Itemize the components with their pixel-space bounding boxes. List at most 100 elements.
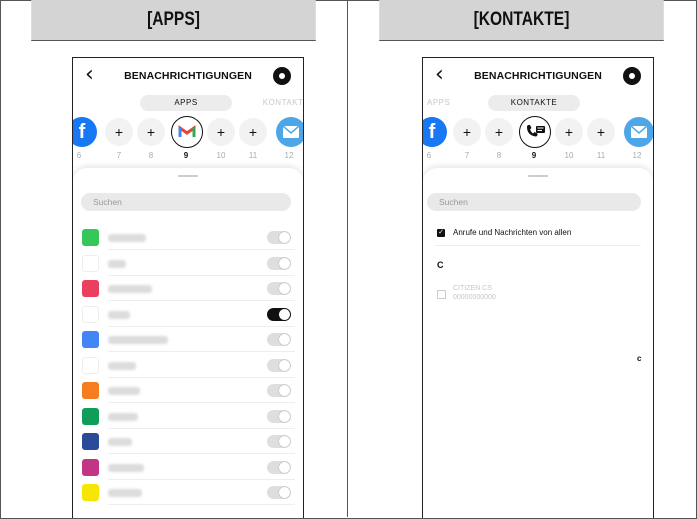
- gear-icon[interactable]: [623, 67, 641, 85]
- checkbox-checked[interactable]: ✓: [437, 229, 445, 237]
- bottom-sheet: Suchen ✓ Anrufe und Nachrichten von alle…: [423, 168, 653, 518]
- slot-number: 11: [248, 151, 258, 160]
- mail-icon[interactable]: [276, 117, 303, 147]
- app-row[interactable]: [73, 457, 303, 480]
- slot-number: 7: [116, 151, 122, 160]
- app-name-redacted: [108, 489, 142, 497]
- divider: [108, 300, 295, 301]
- tab-apps[interactable]: APPS: [427, 95, 459, 111]
- drag-handle[interactable]: [178, 175, 198, 177]
- column-divider: [347, 0, 348, 517]
- add-slot-button[interactable]: +: [137, 118, 165, 146]
- notification-toggle[interactable]: [267, 460, 291, 474]
- facetime-icon: [82, 229, 99, 246]
- top-bar: ‹ BENACHRICHTIGUNGEN: [73, 58, 303, 90]
- bottom-sheet: Suchen: [73, 168, 303, 518]
- add-slot-button[interactable]: +: [239, 118, 267, 146]
- notification-toggle[interactable]: [267, 256, 291, 270]
- screen-title: BENACHRICHTIGUNGEN: [474, 70, 602, 82]
- slot-number: 7: [464, 151, 470, 160]
- add-slot-button[interactable]: +: [453, 118, 481, 146]
- app-name-redacted: [108, 285, 152, 293]
- app-name-redacted: [108, 463, 144, 472]
- app-row[interactable]: [73, 304, 303, 327]
- slot-numbers: 6 7 8 9 10 11 12: [73, 151, 303, 163]
- add-slot-button[interactable]: +: [105, 118, 133, 146]
- checkbox-unchecked[interactable]: [437, 290, 446, 299]
- notification-toggle[interactable]: [267, 333, 291, 346]
- tab-contacts[interactable]: KONTAKTE: [256, 95, 303, 111]
- app-name-redacted: [108, 310, 130, 319]
- calendar-icon: [82, 331, 99, 348]
- notification-toggle[interactable]: [267, 409, 291, 423]
- pink-app-icon: [82, 280, 99, 297]
- notification-toggle[interactable]: [267, 384, 291, 397]
- app-name-redacted: [108, 259, 126, 268]
- slot-number: 6: [426, 151, 432, 160]
- app-name-redacted: [108, 234, 146, 242]
- app-row[interactable]: [73, 278, 303, 301]
- slot-number: 12: [284, 151, 294, 160]
- notification-toggle[interactable]: [267, 231, 291, 244]
- drag-handle[interactable]: [528, 175, 548, 177]
- slot-number: 6: [76, 151, 82, 160]
- add-slot-button[interactable]: +: [207, 118, 235, 146]
- app-name-redacted: [108, 387, 140, 395]
- contact-number: 00000000000: [453, 294, 496, 301]
- notification-toggle[interactable]: [267, 486, 291, 499]
- add-slot-button[interactable]: +: [587, 118, 615, 146]
- add-slot-button[interactable]: +: [485, 118, 513, 146]
- app-row[interactable]: [73, 431, 303, 454]
- tab-apps[interactable]: APPS: [140, 95, 232, 111]
- mail-icon[interactable]: [624, 117, 653, 147]
- facebook-icon[interactable]: f: [73, 117, 97, 147]
- divider: [108, 504, 295, 505]
- contact-row[interactable]: CITIZEN CS 00000000000: [437, 284, 637, 308]
- tab-bar: APPS KONTAKTE: [73, 95, 303, 113]
- gmail-icon: [82, 305, 99, 323]
- notification-toggle[interactable]: [267, 307, 291, 321]
- slot-carousel: f + + + +: [423, 116, 653, 148]
- divider: [108, 376, 295, 378]
- search-input[interactable]: Suchen: [81, 193, 291, 211]
- divider: [108, 274, 295, 276]
- add-slot-button[interactable]: +: [555, 118, 583, 146]
- app-row[interactable]: [73, 355, 303, 378]
- slot-number: 8: [496, 151, 502, 160]
- contact-name: CITIZEN CS: [453, 285, 492, 292]
- gear-icon[interactable]: [273, 67, 291, 85]
- slot-number: 10: [216, 151, 226, 160]
- slot-number-selected: 9: [531, 151, 537, 160]
- notification-toggle[interactable]: [267, 358, 291, 372]
- app-row[interactable]: [73, 253, 303, 276]
- divider: [108, 453, 295, 454]
- app-row[interactable]: [73, 227, 303, 250]
- tab-bar: APPS KONTAKTE: [423, 95, 653, 113]
- facebook-icon[interactable]: f: [423, 117, 447, 147]
- instagram-icon: [82, 458, 99, 476]
- app-row[interactable]: [73, 329, 303, 352]
- divider: [435, 245, 641, 246]
- app-row[interactable]: [73, 406, 303, 429]
- allow-all-option[interactable]: ✓ Anrufe und Nachrichten von allen: [437, 227, 637, 241]
- app-name-redacted: [108, 361, 136, 370]
- hangouts-icon: [82, 407, 99, 425]
- slot-number: 11: [596, 151, 606, 160]
- search-input[interactable]: Suchen: [427, 193, 641, 211]
- kakaotalk-icon: [82, 484, 99, 501]
- index-letter: c: [637, 354, 642, 363]
- app-name-redacted: [108, 438, 132, 446]
- divider: [108, 249, 295, 250]
- slot-carousel: f + + + +: [73, 116, 303, 148]
- gmail-icon[interactable]: [171, 116, 203, 148]
- notification-toggle[interactable]: [267, 435, 291, 448]
- phone-apps-screen: ‹ BENACHRICHTIGUNGEN APPS KONTAKTE f + +…: [72, 57, 304, 518]
- tab-contacts[interactable]: KONTAKTE: [488, 95, 580, 111]
- divider: [108, 351, 295, 352]
- phone-message-icon[interactable]: [519, 116, 551, 148]
- header-contacts: [KONTAKTE]: [379, 0, 664, 41]
- app-row[interactable]: [73, 380, 303, 403]
- notification-toggle[interactable]: [267, 282, 291, 295]
- app-row[interactable]: [73, 482, 303, 505]
- divider: [108, 402, 295, 403]
